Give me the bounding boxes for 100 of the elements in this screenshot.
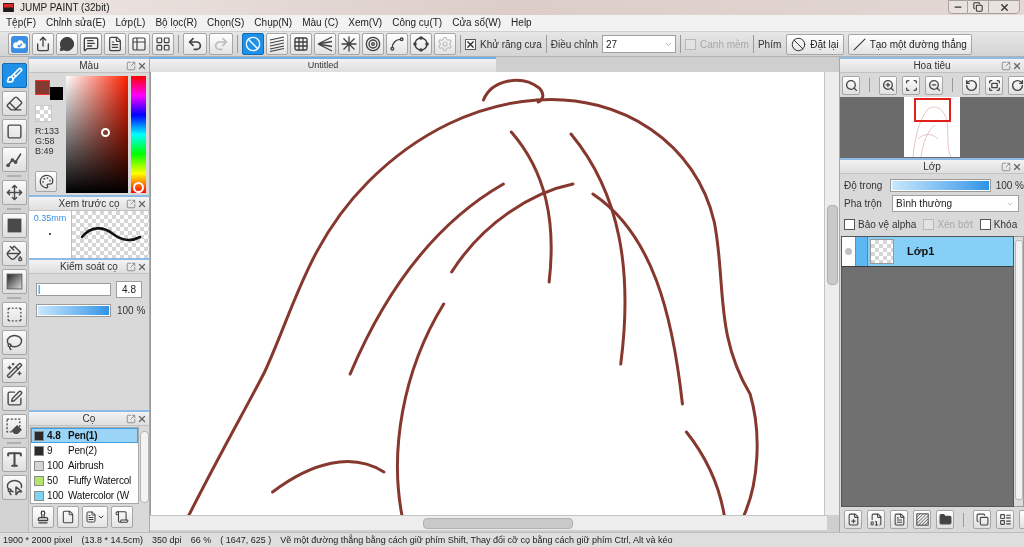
no-ruler-button[interactable]: [242, 33, 264, 55]
new-layer-button[interactable]: [844, 510, 862, 529]
close-icon[interactable]: [137, 198, 147, 209]
perspective-ruler-button[interactable]: [314, 33, 336, 55]
fit-canvas-button[interactable]: [985, 75, 1003, 95]
brush-menu-button[interactable]: [82, 505, 108, 528]
undock-icon[interactable]: [126, 60, 136, 71]
menu-item[interactable]: Chọn(S): [207, 16, 245, 30]
brush-row[interactable]: 100 Watercolor (W: [31, 488, 138, 503]
selection-pen-tool-button[interactable]: [1, 386, 27, 411]
menu-item[interactable]: Xem(V): [348, 16, 383, 30]
new-8bit-layer-button[interactable]: [867, 510, 885, 529]
background-color-swatch-icon[interactable]: [50, 87, 63, 100]
polyline-tool-button[interactable]: [1, 147, 27, 172]
checkbox[interactable]: [979, 218, 991, 230]
menu-item[interactable]: Công cụ(T): [392, 16, 443, 30]
menu-item[interactable]: Lớp(L): [115, 16, 146, 30]
magic-wand-tool-button[interactable]: [1, 358, 27, 383]
comment-button[interactable]: [56, 33, 78, 55]
reset-button[interactable]: Đặt lại: [786, 33, 844, 55]
adjust-dropdown[interactable]: 27: [602, 35, 677, 53]
gradient-tool-button[interactable]: [1, 269, 27, 294]
radial-ruler-button[interactable]: [338, 33, 360, 55]
table-button[interactable]: [128, 33, 150, 55]
checkbox[interactable]: [844, 218, 855, 230]
rotate-right-button[interactable]: [1008, 75, 1024, 95]
undock-icon[interactable]: [126, 261, 136, 272]
scrollbar-thumb[interactable]: [423, 517, 573, 529]
zoom-out-button[interactable]: [925, 75, 943, 95]
menu-item[interactable]: Chỉnh sửa(E): [46, 16, 106, 30]
saturation-value-picker[interactable]: [65, 76, 129, 193]
brush-size-field[interactable]: 4.8: [116, 281, 142, 298]
lasso-tool-button[interactable]: [1, 330, 27, 355]
menu-item[interactable]: Chụp(N): [254, 16, 293, 30]
zoom-in-button[interactable]: [879, 75, 897, 95]
tone-layer-button[interactable]: [913, 510, 931, 529]
undock-icon[interactable]: [126, 413, 136, 424]
undo-button[interactable]: [183, 33, 207, 55]
rect-select-tool-button[interactable]: [1, 302, 27, 327]
selection-eraser-tool-button[interactable]: [1, 414, 27, 439]
menu-item[interactable]: Tệp(F): [6, 16, 36, 30]
curve-ruler-button[interactable]: [386, 33, 408, 55]
close-icon[interactable]: [1012, 60, 1022, 71]
new-brush-button[interactable]: [57, 505, 79, 528]
menu-item[interactable]: Màu (C): [302, 16, 339, 30]
message-button[interactable]: [80, 33, 102, 55]
undock-icon[interactable]: [126, 198, 136, 209]
ellipse-ruler-button[interactable]: [410, 33, 432, 55]
undock-icon[interactable]: [1001, 161, 1011, 172]
palette-button[interactable]: [35, 171, 57, 192]
restore-button[interactable]: [968, 0, 988, 14]
document-button[interactable]: [104, 33, 126, 55]
brush-script-button[interactable]: [111, 505, 133, 528]
close-icon[interactable]: [137, 261, 147, 272]
document-tab[interactable]: Untitled: [150, 57, 496, 72]
picker-ring-icon[interactable]: [101, 127, 111, 137]
stamp-button[interactable]: [32, 505, 54, 528]
new-1bit-layer-button[interactable]: [890, 510, 908, 529]
fit-window-button[interactable]: [902, 75, 920, 95]
transparent-swatch-icon[interactable]: [35, 105, 52, 122]
bucket-tool-button[interactable]: [1, 241, 27, 266]
merge-layer-button[interactable]: [996, 510, 1014, 529]
grid-edit-button[interactable]: [152, 33, 174, 55]
scrollbar-thumb[interactable]: [826, 205, 838, 285]
brush-row[interactable]: 100 Airbrush: [31, 458, 138, 473]
close-button[interactable]: [988, 0, 1020, 14]
checkbox[interactable]: [465, 38, 476, 50]
hue-slider[interactable]: [131, 76, 146, 193]
menu-item[interactable]: Bộ lọc(R): [155, 16, 198, 30]
brush-tool-button[interactable]: [1, 63, 27, 88]
brush-row[interactable]: 9 Pen(2): [31, 443, 138, 458]
minimize-button[interactable]: [948, 0, 968, 14]
eraser-tool-button[interactable]: [1, 91, 27, 116]
text-tool-button[interactable]: [1, 447, 27, 472]
visibility-toggle[interactable]: [842, 237, 856, 266]
select-tool-button[interactable]: [1, 475, 27, 500]
close-icon[interactable]: [137, 413, 147, 424]
brush-row[interactable]: 4.8 Pen(1): [31, 428, 138, 443]
parallel-ruler-button[interactable]: [266, 33, 288, 55]
concentric-ruler-button[interactable]: [362, 33, 384, 55]
hue-ring-icon[interactable]: [133, 181, 145, 193]
menu-item[interactable]: Cửa sổ(W): [452, 16, 502, 30]
share-button[interactable]: [32, 33, 54, 55]
close-icon[interactable]: [1012, 161, 1022, 172]
move-tool-button[interactable]: [1, 180, 27, 205]
actual-size-button[interactable]: [842, 75, 860, 95]
layer-row[interactable]: Lớp1: [842, 237, 1013, 267]
blend-mode-dropdown[interactable]: Bình thường: [892, 195, 1019, 212]
shape-fill-tool-button[interactable]: [1, 213, 27, 238]
brush-size-slider[interactable]: [36, 283, 111, 296]
foreground-color-swatch-icon[interactable]: [35, 80, 50, 95]
duplicate-layer-button[interactable]: [973, 510, 991, 529]
menu-item[interactable]: Help: [511, 16, 532, 30]
close-icon[interactable]: [137, 60, 147, 71]
rectangle-tool-button[interactable]: [1, 119, 27, 144]
undock-icon[interactable]: [1001, 60, 1011, 71]
grid-ruler-button[interactable]: [290, 33, 312, 55]
brush-row[interactable]: 50 Fluffy Watercol: [31, 473, 138, 488]
rotate-left-button[interactable]: [962, 75, 980, 95]
straight-line-button[interactable]: Tạo một đường thẳng: [847, 33, 972, 55]
